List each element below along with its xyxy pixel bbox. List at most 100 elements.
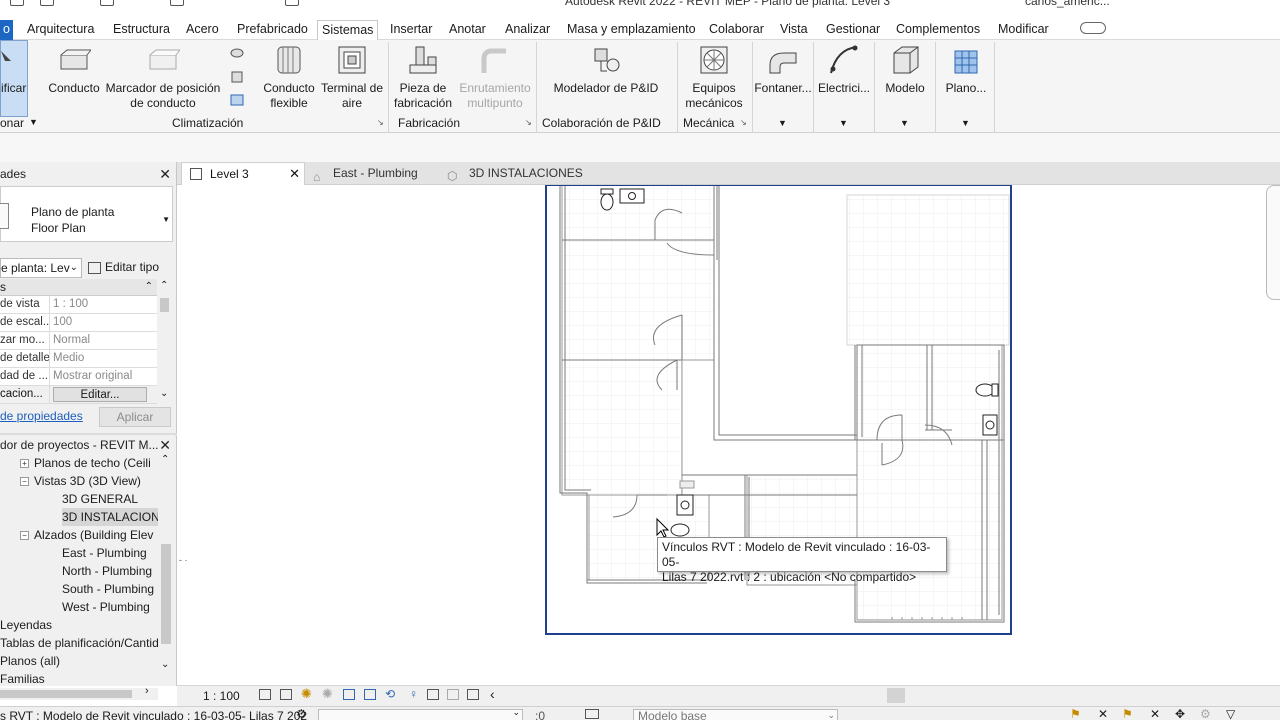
tree-item[interactable]: South - Plumbing xyxy=(0,580,158,598)
open-icon[interactable] xyxy=(10,0,24,6)
duct-convert-icon[interactable] xyxy=(229,93,245,107)
close-icon[interactable]: ✕ xyxy=(289,163,300,185)
tab-colaborar[interactable]: Colaborar xyxy=(705,20,768,40)
reveal-hidden-icon[interactable] xyxy=(427,689,439,700)
multipoint-routing-button[interactable]: Enrutamiento multipunto xyxy=(457,43,533,111)
edit-type-button[interactable]: Editar tipo xyxy=(88,258,172,278)
select-underlay-icon[interactable]: ✕ xyxy=(1098,707,1108,720)
tab-3d-instalaciones[interactable]: ⬡ 3D INSTALACIONES xyxy=(441,162,583,185)
tab-insertar[interactable]: Insertar xyxy=(386,20,436,40)
drag-elements-icon[interactable]: ✥ xyxy=(1175,707,1185,720)
property-row[interactable]: de escal... 100 xyxy=(0,314,157,332)
apply-button[interactable]: Aplicar xyxy=(99,407,171,427)
hscroll-thumb[interactable] xyxy=(887,688,905,703)
scroll-thumb[interactable] xyxy=(161,544,171,644)
tab-masa[interactable]: Masa y emplazamiento xyxy=(563,20,700,40)
hvac-settings-icon[interactable]: ↘ xyxy=(377,118,384,127)
drawing-canvas[interactable]: ‐ · xyxy=(177,185,1280,685)
duct-placeholder-button[interactable]: Marcador de posición de conducto xyxy=(103,43,223,111)
tree-item[interactable]: Tablas de planificación/Cantid xyxy=(0,634,158,652)
select-dropdown-icon[interactable]: ▼ xyxy=(29,117,38,127)
browser-scrollbar[interactable]: ⌃ ⌄ xyxy=(158,454,174,674)
crop-view-icon[interactable] xyxy=(343,689,355,700)
instance-filter-select[interactable]: e planta: Lev ⌄ xyxy=(0,258,82,278)
tab-prefabricado[interactable]: Prefabricado xyxy=(233,20,312,40)
tree-item[interactable]: Familias xyxy=(0,670,158,688)
duct-button[interactable]: Conducto xyxy=(44,43,104,96)
scroll-up-icon[interactable]: ⌃ xyxy=(160,280,168,291)
detail-level-icon[interactable] xyxy=(259,689,271,700)
scroll-thumb[interactable] xyxy=(160,298,169,312)
type-selector[interactable]: Plano de planta Floor Plan ▼ xyxy=(0,186,173,242)
fabrication-part-button[interactable]: Pieza de fabricación xyxy=(391,43,455,111)
electrical-button[interactable]: Electrici... xyxy=(814,43,874,96)
shadows-icon[interactable]: ✺ xyxy=(322,686,333,702)
tree-item[interactable]: + Planos de techo (Ceili xyxy=(0,454,158,472)
tree-item[interactable]: − Vistas 3D (3D View) xyxy=(0,472,158,490)
visual-style-icon[interactable] xyxy=(280,689,292,700)
air-terminal-button[interactable]: Terminal de aire xyxy=(320,43,384,111)
scroll-down-icon[interactable]: ⌄ xyxy=(160,388,168,399)
duct-fitting-icon[interactable] xyxy=(229,46,245,60)
tab-estructura[interactable]: Estructura xyxy=(109,20,174,40)
print-icon[interactable] xyxy=(170,0,184,6)
properties-help-link[interactable]: de propiedades xyxy=(0,409,83,423)
mechanical-equipment-button[interactable]: Equipos mecánicos xyxy=(682,43,746,111)
tab-arquitectura[interactable]: Arquitectura xyxy=(23,20,98,40)
browser-hscrollbar[interactable]: › xyxy=(0,685,158,700)
visibility-edit-button[interactable]: Editar... xyxy=(53,387,147,402)
scroll-up-icon[interactable]: ⌃ xyxy=(161,454,169,465)
select-panel-label[interactable]: onar xyxy=(0,116,24,130)
background-process-icon[interactable]: ⚙ xyxy=(1200,707,1211,720)
show-crop-icon[interactable] xyxy=(364,689,376,700)
tab-modificar[interactable]: Modificar xyxy=(994,20,1053,40)
tab-acero[interactable]: Acero xyxy=(182,20,223,40)
select-pinned-icon[interactable]: ⚑ xyxy=(1122,707,1133,720)
work-plane-button[interactable]: Plano... xyxy=(936,43,996,96)
tab-sistemas[interactable]: Sistemas xyxy=(317,20,379,40)
model-button[interactable]: Modelo xyxy=(875,43,935,96)
pid-modeler-button[interactable]: Modelador de P&ID xyxy=(550,43,662,96)
property-row[interactable]: cacion... Editar... xyxy=(0,386,157,404)
save-icon[interactable] xyxy=(40,0,54,6)
mechanical-settings-icon[interactable]: ↘ xyxy=(740,118,747,127)
tree-item[interactable]: West - Plumbing xyxy=(0,598,158,616)
tree-item[interactable]: − Alzados (Building Elev xyxy=(0,526,158,544)
tab-modify[interactable]: o xyxy=(0,20,13,40)
navigation-bar[interactable] xyxy=(1266,185,1280,300)
design-options-icon[interactable] xyxy=(585,709,599,719)
user-name[interactable]: carlos_americ... xyxy=(1025,0,1110,8)
property-row[interactable]: zar mo... Normal xyxy=(0,332,157,350)
work-plane-dropdown-icon[interactable]: ▼ xyxy=(961,118,970,128)
text-icon[interactable] xyxy=(285,0,299,6)
tree-item[interactable]: Leyendas xyxy=(0,616,158,634)
scroll-right-icon[interactable]: › xyxy=(145,685,149,697)
plumbing-button[interactable]: Fontaner... xyxy=(753,43,813,96)
temp-hide-icon[interactable]: ♀ xyxy=(409,687,418,701)
modify-button[interactable]: ificar xyxy=(0,40,28,117)
tab-analizar[interactable]: Analizar xyxy=(501,20,554,40)
collapse-icon[interactable]: − xyxy=(20,477,29,487)
tab-anotar[interactable]: Anotar xyxy=(445,20,490,40)
close-icon[interactable]: ✕ xyxy=(159,164,171,184)
chevron-down-icon[interactable]: ▼ xyxy=(162,215,170,224)
model-dropdown-icon[interactable]: ▼ xyxy=(900,118,909,128)
view-scale[interactable]: 1 : 100 xyxy=(203,689,240,703)
sun-path-icon[interactable]: ✺ xyxy=(301,686,312,702)
design-option-select[interactable]: Modelo base ⌄ xyxy=(633,709,838,720)
tree-item[interactable]: East - Plumbing xyxy=(0,544,158,562)
property-row[interactable]: dad de ... Mostrar original xyxy=(0,368,157,386)
duct-accessory-icon[interactable] xyxy=(229,70,245,84)
tab-level-3[interactable]: Level 3 ✕ xyxy=(181,162,305,185)
tab-complementos[interactable]: Complementos xyxy=(892,20,984,40)
analytical-model-icon[interactable] xyxy=(467,689,479,700)
tab-east-plumbing[interactable]: ⌂ East - Plumbing xyxy=(305,162,435,185)
electrical-dropdown-icon[interactable]: ▼ xyxy=(839,118,848,128)
property-row[interactable]: de vista 1 : 100 xyxy=(0,296,157,314)
tree-item[interactable]: 3D GENERAL xyxy=(0,490,158,508)
scroll-left-icon[interactable]: ‹ xyxy=(490,686,495,702)
select-face-icon[interactable]: ✕ xyxy=(1150,707,1160,720)
select-links-icon[interactable]: ⚑ xyxy=(1070,707,1081,720)
collapse-icon[interactable]: − xyxy=(20,531,29,541)
tree-item[interactable]: 3D INSTALACIONE xyxy=(0,508,158,526)
